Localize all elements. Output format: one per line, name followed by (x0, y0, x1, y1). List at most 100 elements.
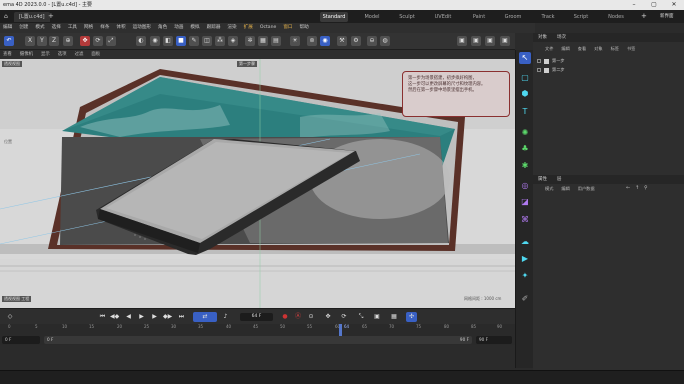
viewport-menu-item[interactable]: 查看 (3, 50, 12, 59)
next-key-icon[interactable]: ◆▶ (163, 312, 172, 322)
layout-uvedit[interactable]: UVEdit (428, 12, 458, 22)
pen-icon[interactable]: ✎ (189, 36, 199, 46)
back-icon[interactable]: ← (626, 185, 630, 191)
go-to-start-icon[interactable]: ⏮ (98, 312, 107, 322)
layout-script[interactable]: Script (567, 12, 595, 22)
sound-icon[interactable]: ♪ (221, 312, 230, 322)
coordinate-icon[interactable]: ⊕ (63, 36, 73, 46)
am-menu-item[interactable]: 模式 (545, 185, 553, 193)
deformer-icon[interactable]: ◈ (228, 36, 238, 46)
layout-nodes[interactable]: Nodes (602, 12, 630, 22)
pencil-icon[interactable]: ✐ (519, 293, 531, 305)
end-frame-field[interactable]: 90 F (476, 336, 512, 344)
menu-item[interactable]: 创建 (19, 23, 28, 33)
layout-groom[interactable]: Groom (498, 12, 528, 22)
menu-item[interactable]: 渲染 (227, 23, 236, 33)
field-icon[interactable]: ✲ (245, 36, 255, 46)
om-menu-item[interactable]: 查看 (578, 45, 586, 53)
home-icon[interactable]: ⌂ (4, 13, 8, 20)
menu-item[interactable]: 体积 (116, 23, 125, 33)
select-icon[interactable]: ↖ (519, 52, 531, 64)
om-menu-item[interactable]: 文件 (545, 45, 553, 53)
menu-item[interactable]: 运动图形 (133, 23, 151, 33)
lock-workplane-icon[interactable]: ⚙ (351, 36, 361, 46)
go-to-end-icon[interactable]: ⏭ (177, 312, 186, 322)
tab-objects[interactable]: 对象 (538, 33, 547, 42)
bend-icon[interactable]: ◪ (519, 196, 531, 208)
undo-icon[interactable]: ↶ (4, 36, 14, 46)
menu-item[interactable]: 动画 (174, 23, 183, 33)
menu-item[interactable]: 样条 (100, 23, 109, 33)
am-menu-item[interactable]: 编辑 (561, 185, 569, 193)
om-menu-item[interactable]: 书签 (627, 45, 635, 53)
text-icon[interactable]: T (519, 106, 531, 118)
viewport-menu-item[interactable]: 摄像机 (20, 50, 33, 59)
menu-item[interactable]: 窗口 (283, 23, 292, 33)
keyframe-icon[interactable]: ◇ (5, 312, 15, 322)
pla-key-icon[interactable]: ▦ (389, 312, 399, 322)
light-icon[interactable]: ☀ (290, 36, 300, 46)
menu-item[interactable]: 编辑 (3, 23, 12, 33)
new-layout-button[interactable]: 新界面 (660, 13, 674, 19)
current-frame-input[interactable]: 64 F (240, 313, 273, 321)
subdivision-icon[interactable]: ◫ (202, 36, 212, 46)
layout-track[interactable]: Track (535, 12, 561, 22)
render-view-icon[interactable]: ◐ (136, 36, 146, 46)
layout-sculpt[interactable]: Sculpt (393, 12, 421, 22)
autokey-icon[interactable]: Ⓐ (293, 312, 303, 322)
render-region-icon[interactable]: ▣ (457, 36, 467, 46)
layout-standard[interactable]: Standard (320, 12, 348, 22)
render-active-icon[interactable]: ▣ (471, 36, 481, 46)
om-menu-item[interactable]: 标签 (611, 45, 619, 53)
timeline-settings-icon[interactable]: ✣ (406, 312, 417, 322)
menu-item[interactable]: 帮助 (300, 23, 309, 33)
playhead[interactable] (339, 324, 342, 336)
om-menu-item[interactable]: 对象 (594, 45, 602, 53)
sky-icon[interactable]: ☁ (519, 236, 531, 248)
viewport-menu-item[interactable]: 过滤 (75, 50, 84, 59)
tab-layers[interactable]: 层 (557, 175, 562, 184)
axis-z-button[interactable]: Z (49, 36, 59, 46)
new-tab-button[interactable]: + (48, 12, 54, 20)
camera-object-icon[interactable]: ▶ (519, 253, 531, 265)
edit-render-settings-icon[interactable]: ▣ (500, 36, 510, 46)
render-to-picture-viewer-icon[interactable]: ▣ (485, 36, 495, 46)
axis-y-button[interactable]: Y (37, 36, 47, 46)
layout-paint[interactable]: Paint (465, 12, 493, 22)
expand-icon[interactable] (537, 59, 541, 63)
viewport-menu-item[interactable]: 选项 (58, 50, 67, 59)
light-object-icon[interactable]: ✦ (519, 270, 531, 282)
menu-item[interactable]: 扩展 (244, 23, 253, 33)
next-frame-icon[interactable]: ▶ (150, 312, 159, 322)
scale-key-icon[interactable]: ⤡ (356, 312, 366, 322)
up-icon[interactable]: ↑ (635, 185, 639, 191)
cube-icon[interactable]: ⬢ (519, 88, 531, 100)
close-icon[interactable]: ✕ (664, 0, 684, 10)
axis-x-button[interactable]: X (25, 36, 35, 46)
previous-key-icon[interactable]: ◀◆ (110, 312, 119, 322)
keyframe-selection-icon[interactable]: ⊙ (306, 312, 316, 322)
viewport-menu-item[interactable]: 显示 (41, 50, 50, 59)
layout-model[interactable]: Model (358, 12, 386, 22)
play-icon[interactable]: ▶ (137, 312, 146, 322)
move-icon[interactable]: ✥ (80, 36, 90, 46)
loop-icon[interactable]: ⇄ (193, 312, 217, 322)
menu-item[interactable]: 模式 (35, 23, 44, 33)
octane-icon[interactable]: ◍ (380, 36, 390, 46)
add-layout-button[interactable]: + (641, 12, 647, 20)
position-key-icon[interactable]: ✥ (323, 312, 333, 322)
menu-item[interactable]: 模拟 (190, 23, 199, 33)
null-icon[interactable]: ▢ (519, 72, 531, 84)
scale-icon[interactable]: ⤢ (106, 36, 116, 46)
mograph-icon[interactable]: ♣ (519, 143, 531, 155)
om-menu-item[interactable]: 编辑 (561, 45, 569, 53)
cube-icon[interactable]: ■ (176, 36, 186, 46)
menu-item[interactable]: 选择 (52, 23, 61, 33)
document-tab[interactable]: [L置u.c4d] (14, 12, 50, 22)
tab-attributes[interactable]: 属性 (538, 175, 547, 184)
menu-item[interactable]: 跟踪器 (207, 23, 221, 33)
timeline-ruler[interactable]: 0 5 10 15 20 25 30 35 40 45 50 55 60 64 … (0, 324, 515, 336)
expand-icon[interactable] (537, 68, 541, 72)
am-menu-item[interactable]: 用户数据 (578, 185, 595, 193)
render-queue-icon[interactable]: ⊖ (367, 36, 377, 46)
